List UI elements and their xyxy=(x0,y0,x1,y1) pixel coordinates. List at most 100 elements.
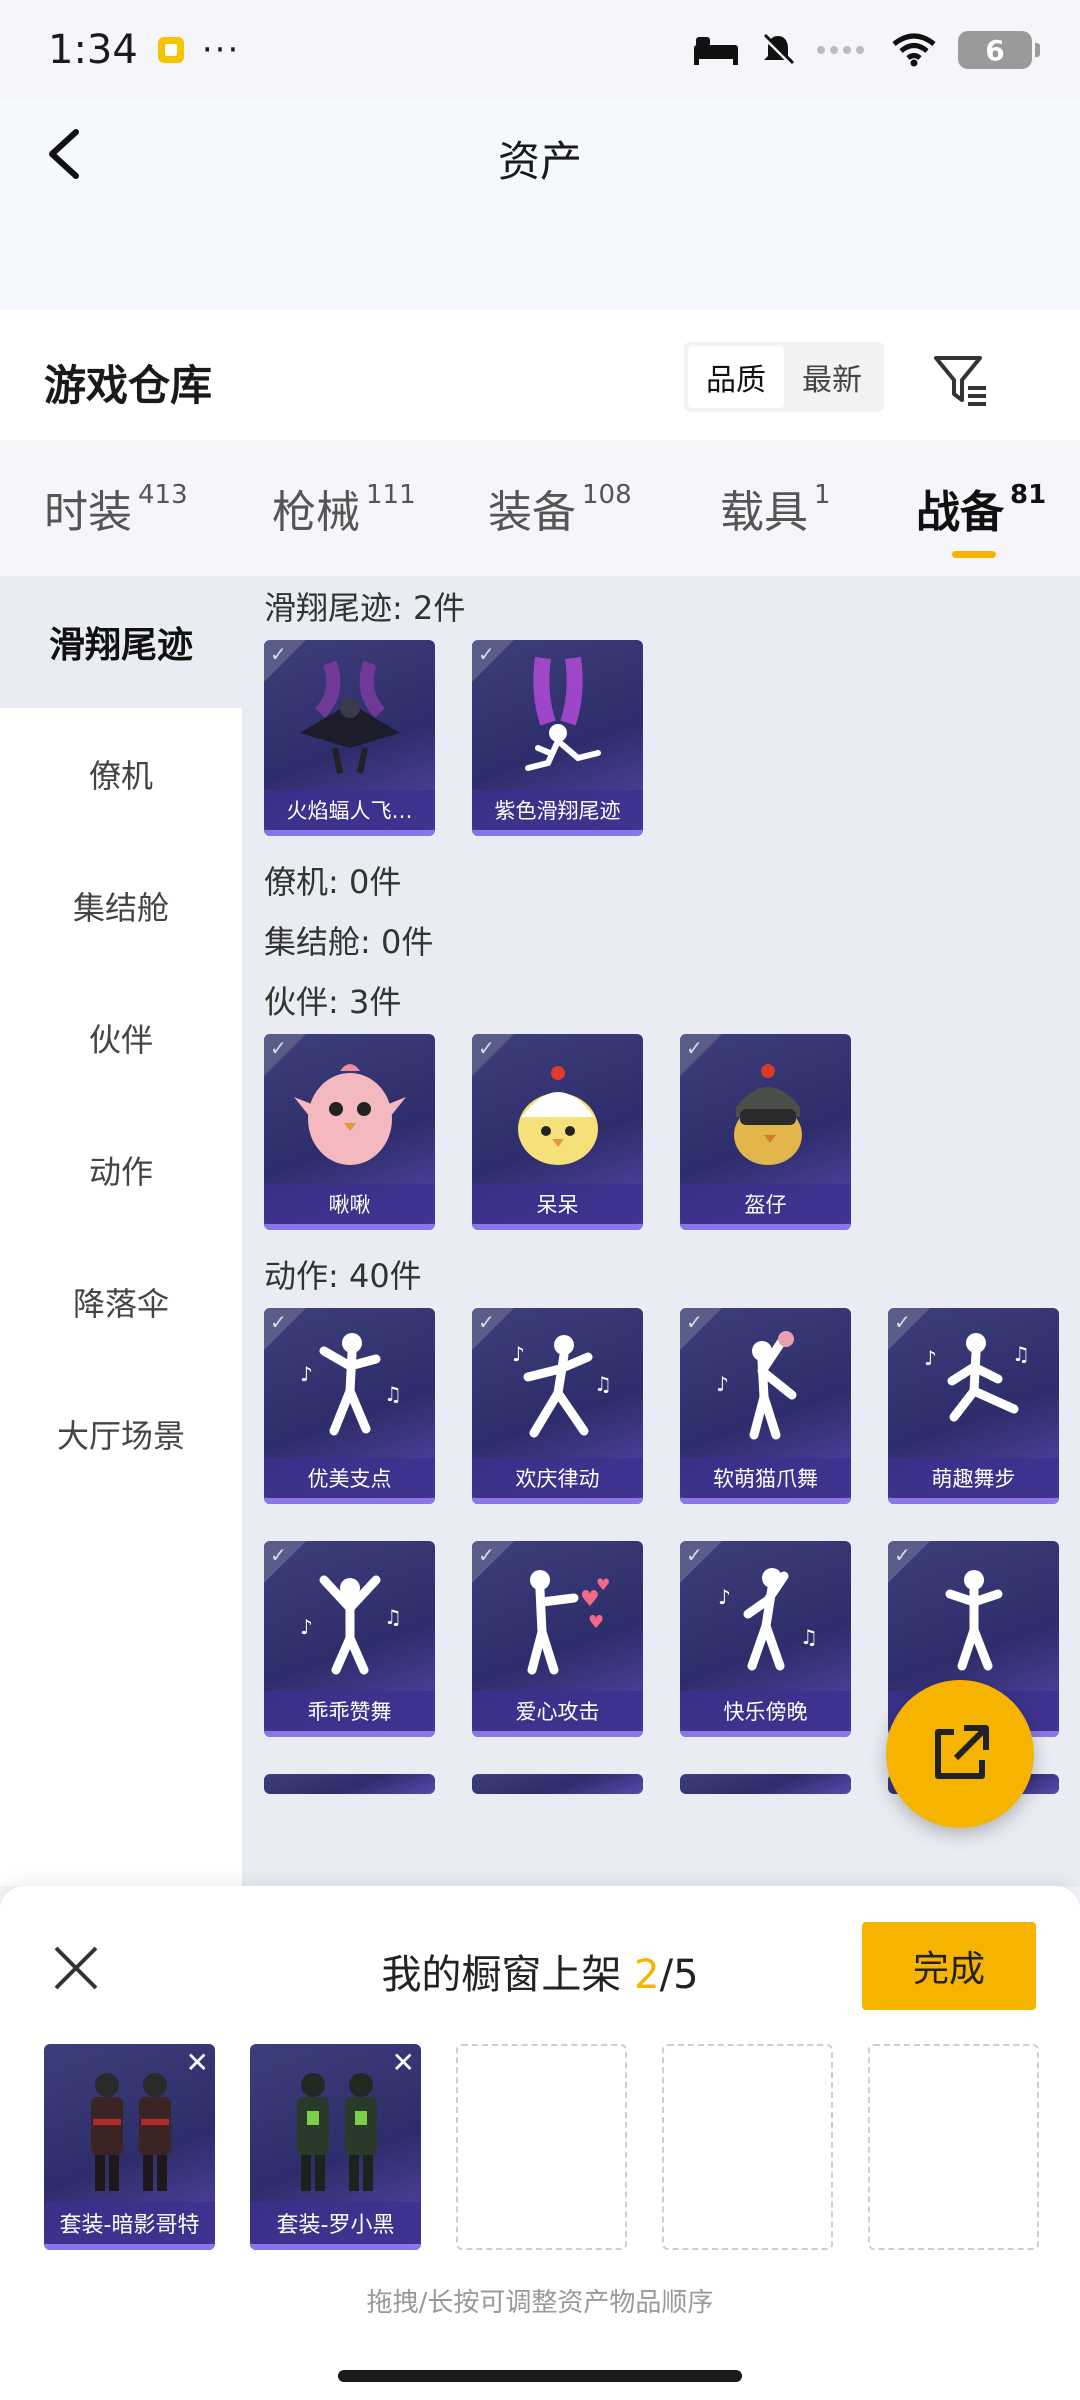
section-title: 集结舱: 0件 xyxy=(264,923,434,961)
side-nav: 滑翔尾迹 僚机 集结舱 伙伴 动作 降落伞 大厅场景 xyxy=(0,576,242,1886)
asset-name: 啾啾 xyxy=(264,1184,435,1224)
svg-text:♥: ♥ xyxy=(596,1575,610,1594)
asset-name: 紫色滑翔尾迹 xyxy=(472,790,643,830)
side-item-emote[interactable]: 动作 xyxy=(0,1104,242,1236)
app-notification-icon xyxy=(157,37,184,63)
asset-name: 火焰蝠人飞… xyxy=(264,790,435,830)
tab-count: 413 xyxy=(138,480,188,510)
tab-count: 81 xyxy=(1010,480,1047,510)
tab-label: 时装 xyxy=(44,487,132,538)
section-glide-trail: 滑翔尾迹: 2件 ✓ 火焰蝠人飞… ✓ 紫色滑翔尾迹 xyxy=(242,576,1080,836)
done-button[interactable]: 完成 xyxy=(862,1922,1036,2010)
showcase-slots: ✕ 套装-暗影哥特 ✕ 套装-罗小黑 xyxy=(44,2044,1039,2250)
sort-quality-button[interactable]: 品质 xyxy=(688,346,784,408)
warehouse-bar: 游戏仓库 品质 最新 xyxy=(0,310,1080,440)
asset-card[interactable]: ✓ ♪ ♫ 优美支点 xyxy=(264,1308,435,1504)
side-item-parachute[interactable]: 降落伞 xyxy=(0,1236,242,1368)
svg-text:♫: ♫ xyxy=(800,1625,818,1649)
purple-trail-image xyxy=(472,648,643,788)
asset-card[interactable] xyxy=(680,1774,851,1794)
asset-card[interactable]: ✓ ♪ 软萌猫爪舞 xyxy=(680,1308,851,1504)
asset-name: 呆呆 xyxy=(472,1184,643,1224)
asset-card[interactable] xyxy=(264,1774,435,1794)
asset-card[interactable]: ✓ ♪ ♫ 快乐傍晚 xyxy=(680,1541,851,1737)
tab-count: 111 xyxy=(366,480,416,510)
tab-vehicles[interactable]: 载具 1 xyxy=(720,476,831,540)
mute-bell-icon xyxy=(762,33,795,66)
side-item-rally-pod[interactable]: 集结舱 xyxy=(0,840,242,972)
wifi-icon xyxy=(892,33,936,67)
showcase-title-text: 我的橱窗上架 xyxy=(381,1952,635,1998)
tab-label: 枪械 xyxy=(272,487,360,538)
side-item-glide-trail[interactable]: 滑翔尾迹 xyxy=(0,576,242,708)
asset-name: 盔仔 xyxy=(680,1184,851,1224)
showcase-slot[interactable]: ✕ 套装-暗影哥特 xyxy=(44,2044,215,2250)
svg-text:♫: ♫ xyxy=(594,1372,612,1396)
asset-card[interactable]: ✓ 火焰蝠人飞… xyxy=(264,640,435,836)
showcase-empty-slot[interactable] xyxy=(868,2044,1039,2250)
asset-card[interactable]: ✓ ♪ ♫ 乖乖赞舞 xyxy=(264,1541,435,1737)
sort-newest-button[interactable]: 最新 xyxy=(784,346,880,408)
showcase-empty-slot[interactable] xyxy=(456,2044,627,2250)
battery-level: 6 xyxy=(985,33,1005,67)
dancer-image: ♪ ♫ xyxy=(888,1316,1059,1456)
section-title: 僚机: 0件 xyxy=(264,863,402,901)
section-wingman: 僚机: 0件 xyxy=(242,850,1080,910)
asset-card[interactable]: ✓ 盔仔 xyxy=(680,1034,851,1230)
page-title: 资产 xyxy=(497,137,582,186)
home-indicator[interactable] xyxy=(338,2370,742,2382)
tab-label: 战备 xyxy=(916,487,1004,538)
dancer-image: ♪ ♫ xyxy=(680,1549,851,1689)
tab-combat-gear[interactable]: 战备 81 xyxy=(916,476,1047,558)
asset-name: 萌趣舞步 xyxy=(888,1458,1059,1498)
asset-name: 软萌猫爪舞 xyxy=(680,1458,851,1498)
asset-name: 套装-暗影哥特 xyxy=(44,2202,215,2244)
tab-guns[interactable]: 枪械 111 xyxy=(272,476,416,540)
side-item-lobby-scene[interactable]: 大厅场景 xyxy=(0,1368,242,1500)
asset-name: 乖乖赞舞 xyxy=(264,1691,435,1731)
asset-card[interactable]: ✓ ♪ ♫ 萌趣舞步 xyxy=(888,1308,1059,1504)
pink-bird-image xyxy=(264,1042,435,1182)
asset-name: 优美支点 xyxy=(264,1458,435,1498)
asset-name: 欢庆律动 xyxy=(472,1458,643,1498)
heart-dancer-image: ♥ ♥ ♥ xyxy=(472,1549,643,1689)
showcase-sheet: 我的橱窗上架 2/5 完成 ✕ 套装-暗影哥特 ✕ 套装-罗小黑 拖拽/长按可调… xyxy=(0,1886,1080,2400)
side-item-wingman[interactable]: 僚机 xyxy=(0,708,242,840)
yellow-chick-image xyxy=(472,1042,643,1182)
asset-card[interactable]: ✓ 啾啾 xyxy=(264,1034,435,1230)
status-bar: 1:34 ··· 6 xyxy=(0,0,1080,100)
section-title: 动作: 40件 xyxy=(264,1257,422,1295)
asset-card[interactable]: ✓ ♪ ♫ 欢庆律动 xyxy=(472,1308,643,1504)
showcase-empty-slot[interactable] xyxy=(662,2044,833,2250)
side-item-companion[interactable]: 伙伴 xyxy=(0,972,242,1104)
share-button[interactable] xyxy=(886,1680,1034,1828)
tab-equipment[interactable]: 装备 108 xyxy=(488,476,632,540)
filter-icon[interactable] xyxy=(930,350,990,410)
showcase-current-count: 2 xyxy=(634,1952,660,1998)
svg-text:♫: ♫ xyxy=(384,1605,402,1629)
dancer-image xyxy=(888,1549,1059,1689)
sort-toggle: 品质 最新 xyxy=(684,342,884,412)
helmet-chick-image xyxy=(680,1042,851,1182)
showcase-slot[interactable]: ✕ 套装-罗小黑 xyxy=(250,2044,421,2250)
svg-text:♪: ♪ xyxy=(300,1362,313,1386)
outfit-gothic-image xyxy=(44,2054,215,2204)
asset-card[interactable]: ✓ 呆呆 xyxy=(472,1034,643,1230)
tab-fashion[interactable]: 时装 413 xyxy=(44,476,188,540)
dancer-image: ♪ ♫ xyxy=(264,1316,435,1456)
signal-dots-icon xyxy=(817,46,864,54)
status-time: 1:34 xyxy=(48,27,138,73)
asset-card[interactable] xyxy=(472,1774,643,1794)
tab-count: 1 xyxy=(814,480,831,510)
svg-text:♫: ♫ xyxy=(384,1382,402,1406)
dancer-image: ♪ xyxy=(680,1316,851,1456)
asset-card[interactable]: ✓ 紫色滑翔尾迹 xyxy=(472,640,643,836)
dancer-image: ♪ ♫ xyxy=(472,1316,643,1456)
share-icon xyxy=(935,1725,989,1779)
section-companion: 伙伴: 3件 ✓ 啾啾 ✓ 呆呆 ✓ 盔仔 xyxy=(242,970,1080,1230)
category-tabs: 时装 413 枪械 111 装备 108 载具 1 战备 81 xyxy=(0,440,1080,576)
asset-card[interactable]: ✓ ♥ ♥ ♥ 爱心攻击 xyxy=(472,1541,643,1737)
tab-count: 108 xyxy=(582,480,632,510)
asset-name: 套装-罗小黑 xyxy=(250,2202,421,2244)
dancer-image: ♪ ♫ xyxy=(264,1549,435,1689)
